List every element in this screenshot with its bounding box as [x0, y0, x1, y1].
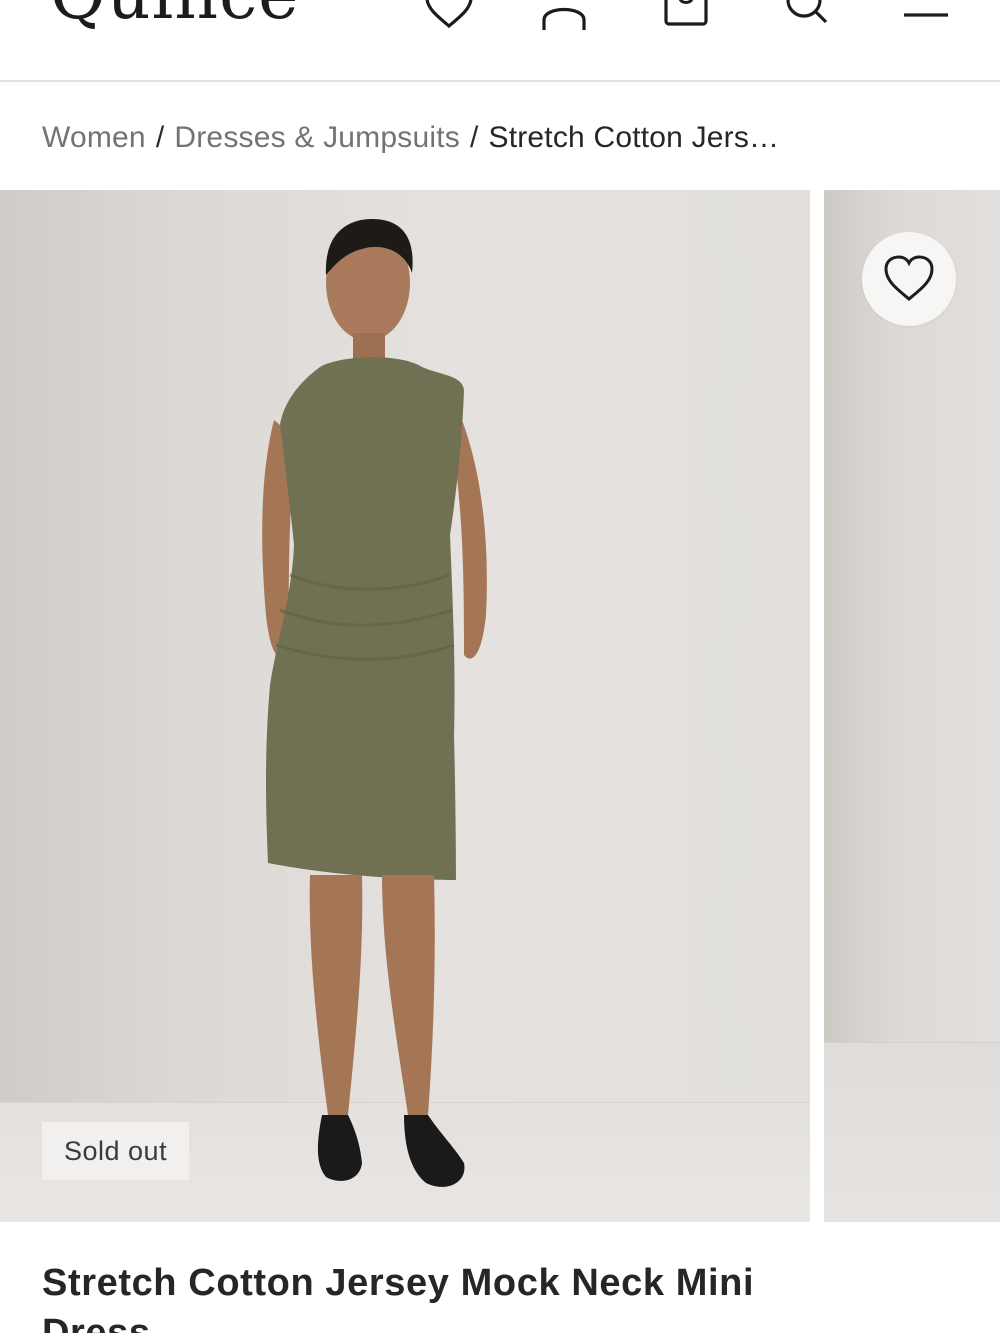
search-icon — [786, 0, 828, 24]
breadcrumb-current: Stretch Cotton Jers… — [488, 121, 780, 154]
site-header: Quince — [0, 0, 1000, 82]
heart-icon — [425, 0, 473, 29]
product-image-main[interactable]: Sold out — [0, 190, 810, 1222]
search-button[interactable] — [780, 0, 832, 30]
product-title: Stretch Cotton Jersey Mock Neck Mini Dre… — [42, 1262, 755, 1333]
bag-button[interactable] — [660, 0, 712, 30]
add-to-wishlist-button[interactable] — [862, 232, 956, 326]
studio-floor — [824, 1042, 1000, 1222]
brand-logo[interactable]: Quince — [50, 0, 299, 30]
account-button[interactable] — [538, 0, 590, 30]
heart-icon — [884, 255, 934, 301]
model-wearing-dress-image — [262, 219, 487, 1187]
product-image-next[interactable] — [824, 190, 1000, 1222]
menu-button[interactable] — [900, 0, 952, 30]
product-image-gallery[interactable]: Sold out — [0, 190, 1000, 1222]
breadcrumb-separator: / — [469, 121, 479, 154]
sold-out-badge: Sold out — [42, 1122, 190, 1180]
account-icon — [542, 8, 586, 30]
breadcrumb-women-link[interactable]: Women — [42, 121, 146, 154]
bag-icon — [664, 0, 708, 26]
menu-icon — [904, 13, 948, 17]
breadcrumb: Women / Dresses & Jumpsuits / Stretch Cotton… — [42, 118, 779, 158]
wishlist-button[interactable] — [423, 0, 475, 30]
breadcrumb-dresses-link[interactable]: Dresses & Jumpsuits — [174, 121, 460, 154]
breadcrumb-separator: / — [155, 121, 165, 154]
